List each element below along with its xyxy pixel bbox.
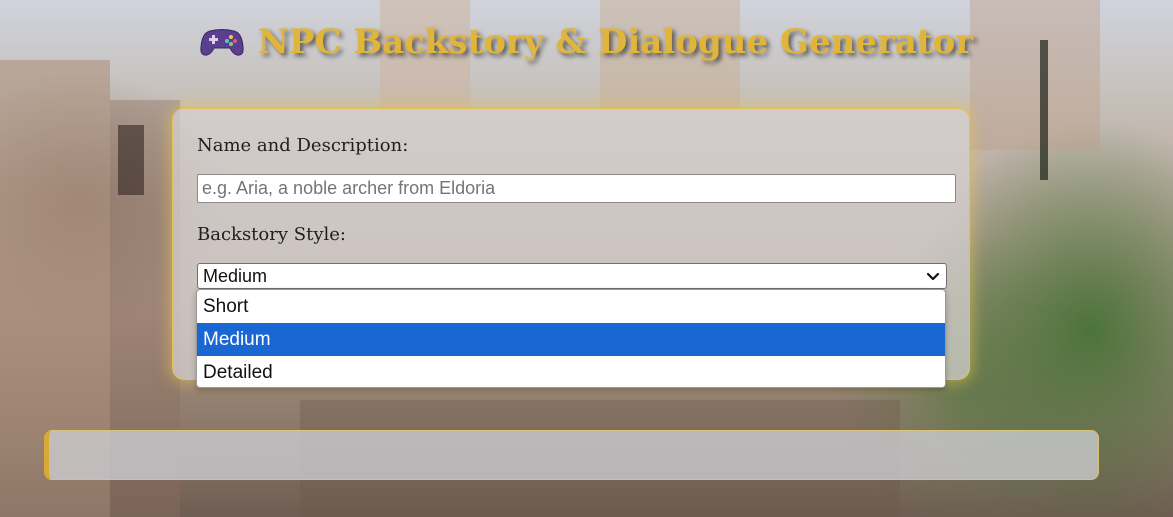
gamepad-icon: [200, 26, 244, 56]
chevron-down-icon: [924, 266, 942, 286]
backstory-style-select[interactable]: Medium: [197, 263, 947, 289]
backstory-style-dropdown: Short Medium Detailed: [196, 289, 946, 388]
option-detailed[interactable]: Detailed: [197, 356, 945, 387]
page-title: NPC Backstory & Dialogue Generator: [0, 22, 1173, 62]
background-ruin: [118, 125, 144, 195]
option-medium[interactable]: Medium: [197, 323, 945, 356]
backstory-style-label: Backstory Style:: [197, 224, 346, 245]
name-description-input[interactable]: e.g. Aria, a noble archer from Eldoria: [197, 174, 956, 203]
page-title-text: NPC Backstory & Dialogue Generator: [257, 22, 974, 62]
output-panel: [44, 430, 1099, 480]
name-description-label: Name and Description:: [197, 135, 409, 156]
option-short[interactable]: Short: [197, 290, 945, 323]
backstory-style-selected-value: Medium: [203, 266, 268, 286]
